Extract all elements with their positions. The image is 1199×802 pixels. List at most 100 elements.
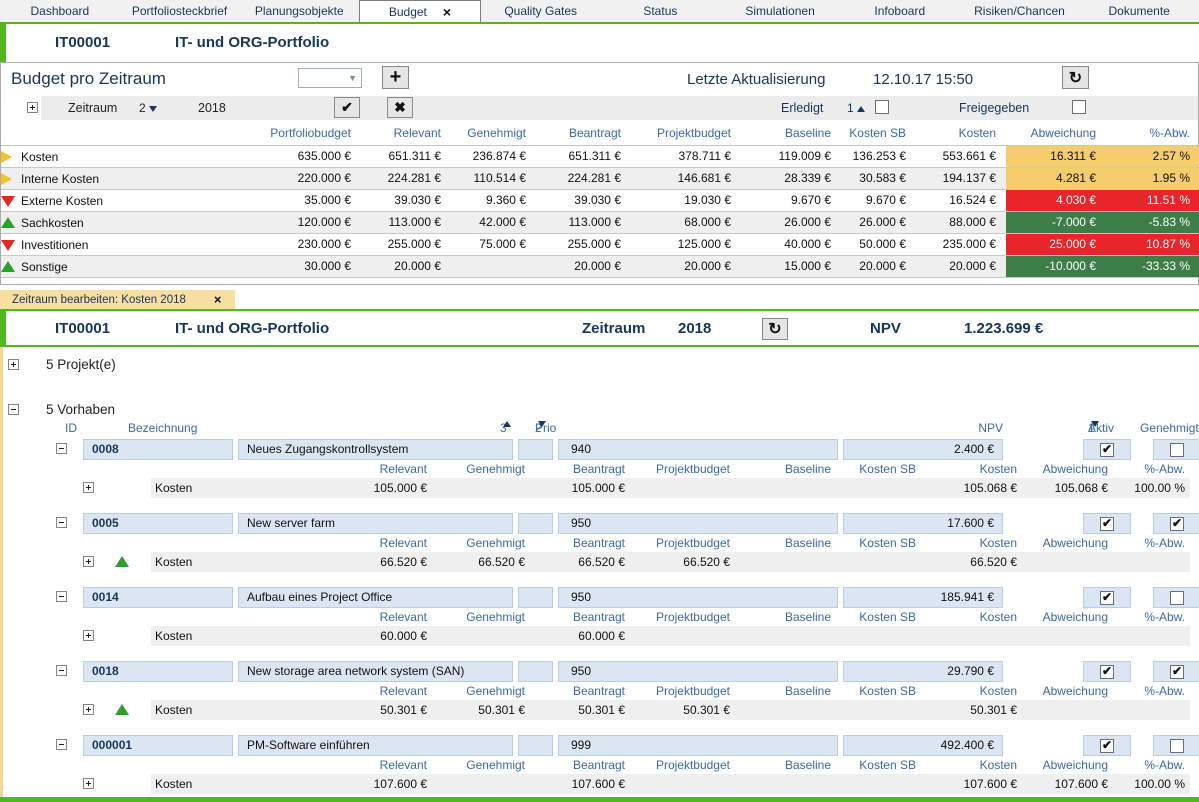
refresh-button[interactable]: ↻ bbox=[762, 318, 788, 340]
cell-kosten-sb: 30.583 € bbox=[841, 168, 916, 189]
cost-col-kosten: Kosten bbox=[924, 460, 1025, 478]
budget-row-label[interactable]: Sonstige bbox=[21, 260, 68, 274]
budget-row[interactable]: Sonstige 30.000 € 20.000 € 20.000 € 20.0… bbox=[1, 256, 1198, 278]
nav-tab[interactable]: Planungsobjekte × bbox=[239, 0, 359, 22]
cell-projektbudget: 146.681 € bbox=[631, 168, 741, 189]
col-genehmigt: Genehmigt bbox=[1140, 421, 1199, 435]
aktiv-checkbox[interactable] bbox=[1100, 443, 1114, 457]
genehmigt-checkbox[interactable] bbox=[1170, 665, 1184, 679]
period-select[interactable]: ▼ bbox=[298, 68, 362, 88]
genehmigt-checkbox[interactable] bbox=[1170, 591, 1184, 605]
cost-kosten: 66.520 € bbox=[924, 552, 1025, 572]
expander-minus-icon[interactable] bbox=[8, 404, 19, 415]
freigegeben-checkbox[interactable] bbox=[1072, 100, 1086, 114]
edit-period-tab[interactable]: Zeitraum bearbeiten: Kosten 2018 × bbox=[0, 290, 235, 309]
cost-col-abweichung: Abweichung bbox=[1025, 460, 1116, 478]
aktiv-checkbox[interactable] bbox=[1100, 739, 1114, 753]
budget-row-label[interactable]: Investitionen bbox=[21, 238, 88, 252]
cell-genehmigt: 9.360 € bbox=[451, 190, 536, 211]
add-period-button[interactable]: + bbox=[382, 66, 409, 89]
cell-kosten: 20.000 € bbox=[916, 256, 1006, 277]
budget-row[interactable]: Externe Kosten 35.000 € 39.030 € 9.360 €… bbox=[1, 190, 1198, 212]
cell-abweichung-pct: -5.83 % bbox=[1106, 212, 1199, 233]
budget-row-label[interactable]: Kosten bbox=[21, 150, 58, 164]
nav-tab[interactable]: Status × bbox=[601, 0, 721, 22]
vorhaben-main-row[interactable]: 0008 Neues Zugangskontrollsystem 940 2.4… bbox=[3, 439, 1199, 460]
zeitraum-sort-header[interactable]: Zeitraum bbox=[68, 101, 117, 115]
budget-row-label[interactable]: Sachkosten bbox=[21, 216, 84, 230]
refresh-button[interactable]: ↻ bbox=[1062, 66, 1089, 89]
nav-tab[interactable]: Portfoliosteckbrief × bbox=[120, 0, 240, 22]
budget-row-label-cell: Kosten bbox=[1, 146, 246, 167]
vorhaben-id: 0018 bbox=[83, 661, 233, 682]
cost-header-row: Relevant Genehmigt Beantragt Projektbudg… bbox=[3, 682, 1199, 700]
erledigt-sort-indicator[interactable]: 1 bbox=[847, 101, 865, 115]
aktiv-checkbox[interactable] bbox=[1100, 591, 1114, 605]
budget-row[interactable]: Interne Kosten 220.000 € 224.281 € 110.5… bbox=[1, 168, 1198, 190]
cost-row: Kosten 50.301 € 50.301 € 50.301 € 50.301… bbox=[3, 700, 1199, 720]
nav-tab[interactable]: Budget × bbox=[359, 0, 481, 22]
expander-plus-icon[interactable] bbox=[27, 102, 38, 113]
budget-row-label[interactable]: Interne Kosten bbox=[21, 172, 99, 186]
vorhaben-main-row[interactable]: 000001 PM-Software einführen 999 492.400… bbox=[3, 735, 1199, 756]
budget-row-label[interactable]: Externe Kosten bbox=[21, 194, 103, 208]
sort-down-icon bbox=[149, 106, 157, 112]
expander-minus-icon[interactable] bbox=[56, 591, 67, 602]
aktiv-checkbox[interactable] bbox=[1100, 517, 1114, 531]
nav-tab-label: Status bbox=[643, 4, 677, 18]
cell-baseline: 28.339 € bbox=[741, 168, 841, 189]
genehmigt-checkbox[interactable] bbox=[1170, 517, 1184, 531]
aktiv-checkbox[interactable] bbox=[1100, 665, 1114, 679]
expander-plus-icon[interactable] bbox=[8, 359, 19, 370]
tab-close-icon[interactable]: × bbox=[443, 5, 451, 19]
portfolio-title: IT- und ORG-Portfolio bbox=[175, 320, 329, 337]
vorhaben-prio: 999 bbox=[558, 735, 838, 756]
vorhaben-name: New server farm bbox=[238, 513, 513, 534]
budget-table-body: Kosten 635.000 € 651.311 € 236.874 € 651… bbox=[1, 146, 1198, 278]
nav-tab[interactable]: Simulationen × bbox=[720, 0, 840, 22]
expand-cell bbox=[3, 587, 83, 608]
nav-tab[interactable]: Dashboard × bbox=[0, 0, 120, 22]
sort-up-icon bbox=[503, 421, 511, 427]
vorhaben-main-row[interactable]: 0005 New server farm 950 17.600 € bbox=[3, 513, 1199, 534]
erledigt-checkbox[interactable] bbox=[875, 100, 889, 114]
expander-minus-icon[interactable] bbox=[56, 739, 67, 750]
zeitraum-sort-indicator[interactable]: 2 bbox=[139, 101, 157, 115]
genehmigt-checkbox[interactable] bbox=[1170, 443, 1184, 457]
cancel-button[interactable]: ✖ bbox=[387, 97, 413, 118]
zeitraum-value: 2018 bbox=[678, 320, 711, 337]
cost-col-relevant: Relevant bbox=[153, 460, 435, 478]
tab-close-icon[interactable]: × bbox=[214, 293, 222, 306]
cost-col-abw-pct: %-Abw. bbox=[1116, 460, 1193, 478]
budget-row[interactable]: Kosten 635.000 € 651.311 € 236.874 € 651… bbox=[1, 146, 1198, 168]
budget-row[interactable]: Sachkosten 120.000 € 113.000 € 42.000 € … bbox=[1, 212, 1198, 234]
confirm-button[interactable]: ✔ bbox=[334, 97, 360, 118]
portfolio-header: IT00001 IT- und ORG-Portfolio bbox=[0, 24, 1199, 62]
cost-beantragt: 66.520 € bbox=[533, 552, 633, 572]
nav-tab[interactable]: Quality Gates × bbox=[481, 0, 601, 22]
budget-panel-toolbar: Budget pro Zeitraum ▼ + Letzte Aktualisi… bbox=[1, 63, 1198, 96]
cost-col-projektbudget: Projektbudget bbox=[633, 608, 738, 626]
chevron-down-icon: ▼ bbox=[348, 73, 357, 83]
budget-row[interactable]: Investitionen 230.000 € 255.000 € 75.000… bbox=[1, 234, 1198, 256]
cost-abweichung bbox=[1025, 700, 1116, 720]
cost-projektbudget: 66.520 € bbox=[633, 552, 738, 572]
expander-minus-icon[interactable] bbox=[56, 443, 67, 454]
cost-row: Kosten 105.000 € 105.000 € 105.068 € 105… bbox=[3, 478, 1199, 498]
cost-row: Kosten 107.600 € 107.600 € 107.600 € 107… bbox=[3, 774, 1199, 794]
erledigt-sort-header[interactable]: Erledigt bbox=[781, 101, 823, 115]
cost-kosten-sb bbox=[839, 774, 924, 794]
nav-tab[interactable]: Infoboard × bbox=[840, 0, 960, 22]
cost-col-projektbudget: Projektbudget bbox=[633, 756, 738, 774]
genehmigt-checkbox[interactable] bbox=[1170, 739, 1184, 753]
sort-up-icon bbox=[857, 106, 865, 112]
trend-icon bbox=[1, 217, 13, 229]
nav-tab[interactable]: Dokumente × bbox=[1079, 0, 1199, 22]
expander-minus-icon[interactable] bbox=[56, 665, 67, 676]
vorhaben-main-row[interactable]: 0014 Aufbau eines Project Office 950 185… bbox=[3, 587, 1199, 608]
expander-minus-icon[interactable] bbox=[56, 517, 67, 528]
column-header: Relevant bbox=[361, 120, 451, 145]
vorhaben-main-row[interactable]: 0018 New storage area network system (SA… bbox=[3, 661, 1199, 682]
nav-tab[interactable]: Risiken/Chancen × bbox=[960, 0, 1080, 22]
vorhaben-block: 0014 Aufbau eines Project Office 950 185… bbox=[3, 587, 1199, 646]
